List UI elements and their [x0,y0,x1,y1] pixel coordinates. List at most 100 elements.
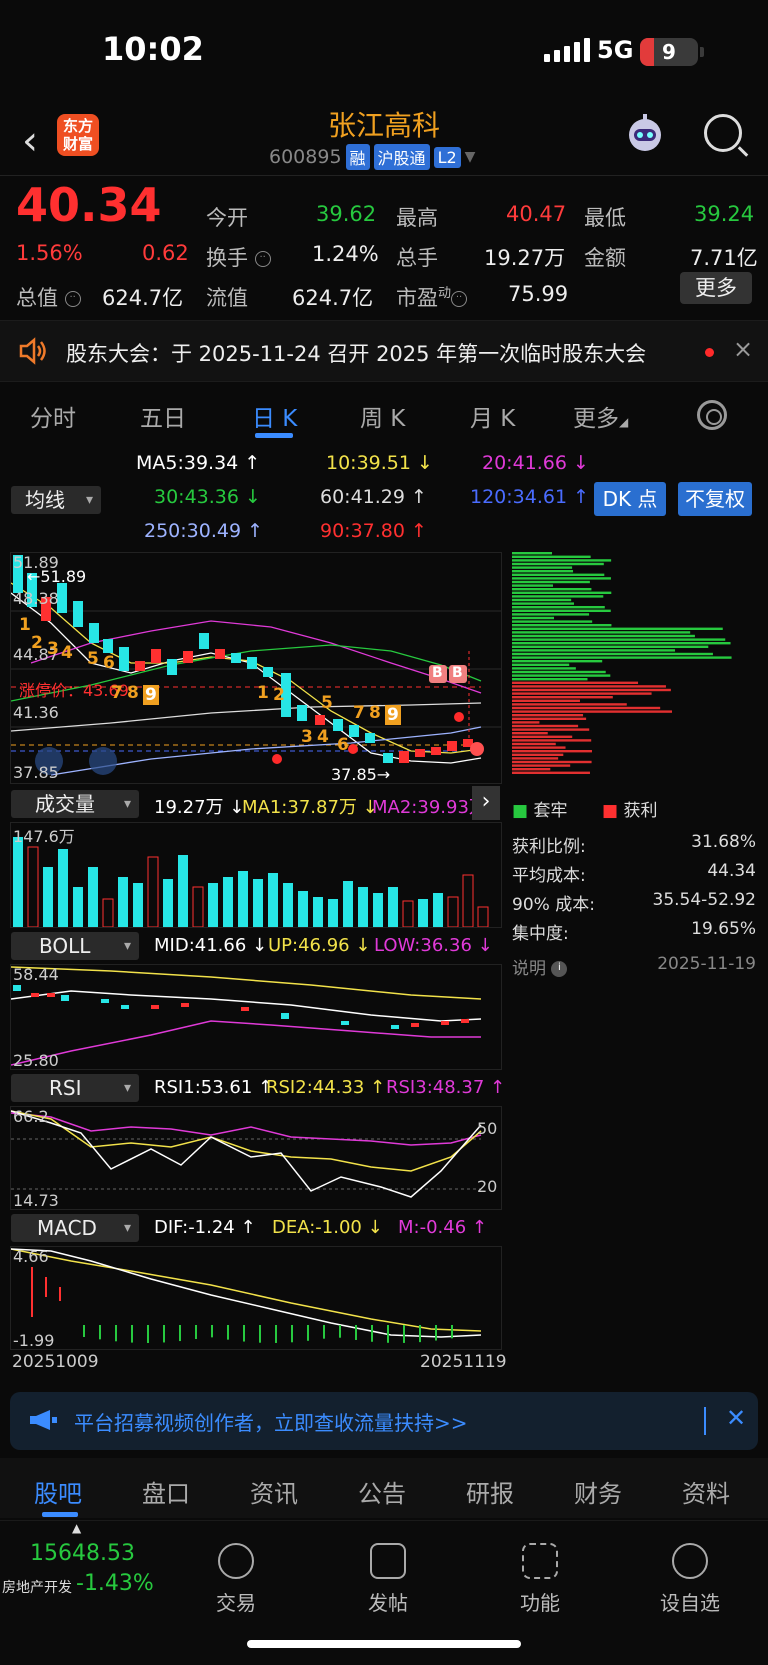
trade-button[interactable]: 交易 [206,1543,266,1616]
chip-bar [512,591,612,594]
volume-selector[interactable]: 成交量 [11,790,139,818]
info-icon: i [551,961,568,977]
ma-selector[interactable]: 均线 [11,486,101,514]
promo-banner[interactable]: 平台招募视频创作者，立即查收流量扶持>> ✕ [10,1392,758,1450]
td-count: 4 [317,727,329,747]
macd-bar [59,1287,61,1301]
change-pct: 1.56% [16,241,83,265]
high-label: 最高 [396,206,438,230]
functions-button[interactable]: 功能 [510,1543,570,1616]
y-label: 41.36 [13,703,59,722]
volume-bar [388,887,398,927]
yen-icon [218,1543,254,1579]
volume-y-top: 147.6万 [13,827,75,846]
adjust-button[interactable]: 不复权 [678,482,752,516]
megaphone-icon [30,1410,57,1430]
robot-assistant-icon[interactable] [622,110,668,156]
ma120-value: 120:34.61 ↑ [470,486,590,508]
tab-profile[interactable]: 资料 [682,1474,730,1509]
chip-distribution[interactable] [510,552,760,784]
tab-five-day[interactable]: 五日 [140,399,186,433]
close-icon[interactable]: × [733,335,753,363]
rsi2-value: RSI2:44.33 ↑ [266,1077,386,1098]
volume-ma2: MA2:39.93万 [372,797,487,818]
info-icon[interactable]: ·· [64,291,81,307]
rsi3-value: RSI3:48.37 ↑ [386,1077,506,1098]
index-value[interactable]: 15648.53 [30,1541,135,1566]
dk-point-button[interactable]: DK 点 [594,482,666,516]
notice-bar[interactable]: 股东大会：于 2025-11-24 召开 2025 年第一次临时股东大会 × [0,320,768,382]
volume-bar [133,883,143,927]
volume-bar [58,849,68,927]
chip-bar [512,717,587,720]
tab-weekly-k[interactable]: 周 K [360,399,405,433]
volume-bar [27,846,39,927]
macd-bar [179,1325,181,1342]
td-count: 4 [61,643,73,663]
chevron-right-icon[interactable]: › [472,786,500,820]
volume-bars [13,837,489,927]
b-mark: B [452,665,463,681]
rsi-svg [11,1110,482,1198]
tag-connect: 沪股通 [373,144,430,170]
boll-selector[interactable]: BOLL [11,932,139,960]
start-date: 20251009 [12,1352,99,1372]
caret-up-icon: ▲ [72,1521,82,1535]
tab-research[interactable]: 研报 [466,1474,514,1509]
chip-bar [512,760,592,764]
boll-svg [11,966,482,1066]
macd-chart[interactable]: 4.66 -1.99 [10,1246,502,1350]
chip-bar [512,580,590,584]
macd-selector[interactable]: MACD [11,1214,139,1242]
tab-daily-k[interactable]: 日 K [252,399,297,433]
chevron-down-icon[interactable]: ▼ [465,149,476,165]
tab-orderbook[interactable]: 盘口 [142,1474,190,1509]
gear-icon[interactable] [697,400,727,430]
chip-bar [512,555,591,558]
tab-forum[interactable]: 股吧 [34,1474,82,1509]
chip-bar [512,566,573,569]
chip-bar [512,602,574,605]
info-icon[interactable]: ·· [451,291,468,307]
chip-bars [512,552,732,774]
tag-margin: 融 [345,144,370,170]
ma250-value: 250:30.49 ↑ [144,520,264,542]
ma20-value: 20:41.66 ↓ [482,452,589,474]
add-watchlist-button[interactable]: 设自选 [652,1543,728,1616]
tab-finance[interactable]: 财务 [574,1474,622,1509]
kline-chart[interactable]: 51.89 48.38 44.87 41.36 37.85 ←51.89 37.… [10,552,502,784]
rsi-chart[interactable]: 66.2 14.73 50 20 [10,1106,502,1210]
macd-bar [147,1325,149,1343]
chip-bar [512,742,556,746]
info-icon[interactable]: ·· [254,251,271,267]
macd-bar [355,1325,357,1340]
volume-chart[interactable]: 147.6万 [10,822,502,928]
chip-bar [512,645,709,648]
macd-bar [211,1325,213,1338]
rsi-selector[interactable]: RSI [11,1074,139,1102]
macd-bar [387,1325,389,1343]
chip-bar [512,692,652,695]
macd-bar [31,1267,33,1317]
tab-intraday[interactable]: 分时 [30,399,76,433]
tab-more[interactable]: 更多◢ [573,399,628,433]
close-icon[interactable]: ✕ [726,1404,746,1432]
more-button[interactable]: 更多 [680,272,752,304]
td-count: 3 [47,639,59,659]
stock-code-row[interactable]: 600895 融 沪股通 L2 ▼ [269,144,475,170]
chip-bar [512,764,571,767]
post-button[interactable]: 发帖 [358,1543,418,1616]
chip-note[interactable]: 说明 i [512,954,568,979]
boll-chart[interactable]: 58.44 25.80 [10,964,502,1070]
rsi-level-20: 20 [477,1177,498,1196]
volume-bar [88,867,98,927]
tab-monthly-k[interactable]: 月 K [470,399,515,433]
search-icon[interactable] [704,114,742,152]
tag-l2: L2 [433,146,461,168]
td-count: 8 [127,683,139,703]
high-marker: ←51.89 [27,567,87,586]
edit-icon [370,1543,406,1579]
active-tab-indicator [255,433,293,438]
tab-news[interactable]: 资讯 [250,1474,298,1509]
tab-announcements[interactable]: 公告 [358,1474,406,1509]
